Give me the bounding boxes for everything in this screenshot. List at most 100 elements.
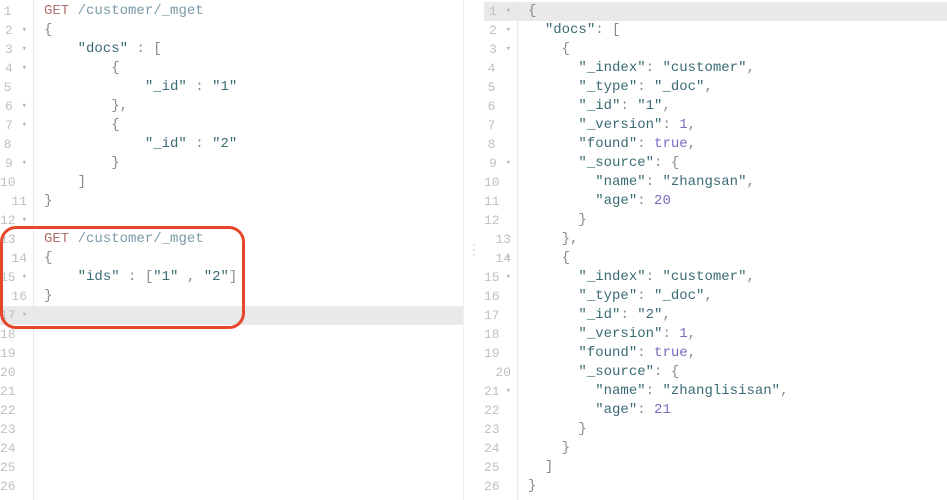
fold-icon[interactable]: ▾ (22, 21, 27, 40)
line-number: 17 (0, 306, 33, 325)
json-string: "zhangsan" (662, 174, 746, 190)
request-editor[interactable]: GET /customer/_mget { "docs" : [ { "_id"… (34, 0, 463, 500)
line-number: 4 (484, 59, 517, 78)
json-string: "2" (212, 136, 237, 152)
line-number: 19 (0, 344, 33, 363)
line-number: 25 (0, 458, 33, 477)
json-number: 1 (679, 117, 687, 133)
http-path: /customer/_mget (78, 3, 204, 19)
line-number: 9 ▾ (484, 154, 517, 173)
line-number: 2 ▾ (484, 21, 517, 40)
json-key: "name" (595, 383, 645, 399)
line-number: 12 (0, 211, 33, 230)
json-string: "2" (204, 269, 229, 285)
line-number: 14 ▾ (0, 249, 33, 268)
json-key: "_id" (578, 98, 620, 114)
fold-icon[interactable]: ▾ (506, 40, 511, 59)
fold-icon[interactable]: ▾ (22, 97, 27, 116)
line-number: 8 (0, 135, 33, 154)
response-editor[interactable]: { "docs": [ { "_index": "customer", "_ty… (518, 0, 947, 500)
line-number: 7 (484, 116, 517, 135)
json-key: "age" (595, 193, 637, 209)
line-number: 1 ▾ (484, 2, 517, 21)
line-number: 18 (0, 325, 33, 344)
json-string: "_doc" (654, 288, 704, 304)
line-number: 11 (484, 192, 517, 211)
line-number: 26 (484, 477, 517, 496)
json-key: "_id" (578, 307, 620, 323)
http-path: /customer/_mget (78, 231, 204, 247)
fold-icon[interactable]: ▾ (506, 21, 511, 40)
line-number: 6 (484, 97, 517, 116)
drag-handle-icon[interactable]: ⋮ (467, 242, 481, 259)
json-number: 21 (654, 402, 671, 418)
line-number: 12 (484, 211, 517, 230)
line-number: 16 ▾ (0, 287, 33, 306)
fold-icon[interactable]: ▾ (506, 154, 511, 173)
json-boolean: true (654, 345, 688, 361)
line-number: 23 (0, 420, 33, 439)
line-number: 23 (484, 420, 517, 439)
json-string: "1" (153, 269, 178, 285)
http-method: GET (44, 3, 69, 19)
line-number: 15 (0, 268, 33, 287)
json-string: "customer" (662, 60, 746, 76)
line-number: 22 (0, 401, 33, 420)
line-number: 1 (0, 2, 33, 21)
array-open: [ (145, 269, 153, 285)
json-boolean: true (654, 136, 688, 152)
line-number: 22 (484, 401, 517, 420)
json-key: "_id" (145, 136, 187, 152)
json-key: "docs" (545, 22, 595, 38)
json-key: "_type" (578, 288, 637, 304)
response-gutter: 1 ▾2 ▾3 ▾4 5 6 7 8 9 ▾10 11 12 13 ▾14 ▾1… (484, 0, 518, 500)
fold-icon[interactable]: ▾ (22, 154, 27, 173)
pane-divider[interactable]: ⋮ (464, 0, 484, 500)
line-number: 13 ▾ (484, 230, 517, 249)
line-number: 24 (484, 439, 517, 458)
json-key: "_source" (578, 155, 654, 171)
line-number: 5 (0, 78, 33, 97)
line-number: 19 (484, 344, 517, 363)
json-key: "_index" (578, 269, 645, 285)
line-number: 9 ▾ (0, 154, 33, 173)
request-pane: 1 2 ▾3 ▾4 ▾5 6 ▾7 ▾8 9 ▾10 11 ▾12 13 14 … (0, 0, 464, 500)
line-number: 10 (0, 173, 33, 192)
fold-icon[interactable]: ▾ (22, 40, 27, 59)
line-number: 14 ▾ (484, 249, 517, 268)
json-key: "name" (595, 174, 645, 190)
line-number: 8 (484, 135, 517, 154)
json-key: "_index" (578, 60, 645, 76)
line-number: 15 (484, 268, 517, 287)
line-number: 3 ▾ (0, 40, 33, 59)
fold-icon[interactable]: ▾ (22, 59, 27, 78)
line-number: 21 (0, 382, 33, 401)
line-number: 16 (484, 287, 517, 306)
array-close: ] (229, 269, 237, 285)
line-number: 26 (0, 477, 33, 496)
json-key: "found" (578, 345, 637, 361)
line-number: 3 ▾ (484, 40, 517, 59)
line-number: 24 (0, 439, 33, 458)
json-key: "found" (578, 136, 637, 152)
json-key: "_source" (578, 364, 654, 380)
response-pane: 1 ▾2 ▾3 ▾4 5 6 7 8 9 ▾10 11 12 13 ▾14 ▾1… (484, 0, 947, 500)
json-key: "docs" (78, 41, 128, 57)
line-number: 17 (484, 306, 517, 325)
fold-icon[interactable]: ▾ (22, 116, 27, 135)
fold-icon[interactable]: ▾ (506, 2, 511, 21)
json-number: 20 (654, 193, 671, 209)
line-number: 25 (484, 458, 517, 477)
http-method: GET (44, 231, 69, 247)
json-number: 1 (679, 326, 687, 342)
line-number: 20 ▾ (484, 363, 517, 382)
json-key: "age" (595, 402, 637, 418)
line-number: 5 (484, 78, 517, 97)
json-key: "_version" (578, 117, 662, 133)
request-gutter: 1 2 ▾3 ▾4 ▾5 6 ▾7 ▾8 9 ▾10 11 ▾12 13 14 … (0, 0, 34, 500)
line-number: 6 ▾ (0, 97, 33, 116)
line-number: 13 (0, 230, 33, 249)
json-string: "2" (637, 307, 662, 323)
line-number: 10 (484, 173, 517, 192)
line-number: 7 ▾ (0, 116, 33, 135)
